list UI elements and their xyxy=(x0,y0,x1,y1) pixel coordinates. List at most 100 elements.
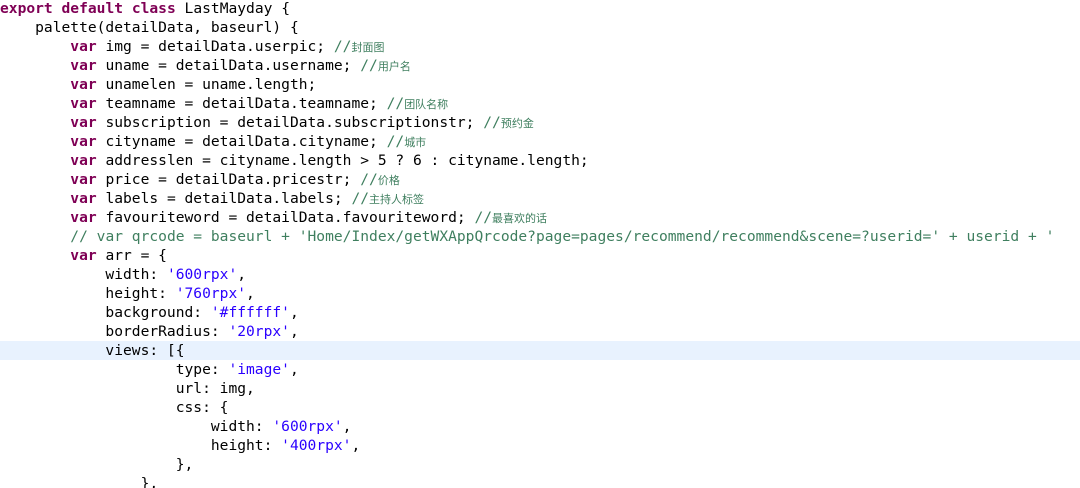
code-keyword: export xyxy=(0,0,53,17)
code-text: , xyxy=(246,285,255,302)
code-text: unamelen = uname.length; xyxy=(96,76,317,93)
code-string: 'image' xyxy=(228,361,290,378)
code-keyword: var xyxy=(70,190,97,207)
code-comment: 主持人标签 xyxy=(369,193,425,206)
code-text: favouriteword = detailData.favouriteword… xyxy=(96,209,475,226)
code-text: width: xyxy=(0,266,167,283)
code-text: cityname = detailData.cityname; xyxy=(96,133,387,150)
code-text: height: xyxy=(0,285,176,302)
code-editor[interactable]: export default class LastMayday { palett… xyxy=(0,0,1080,488)
code-line[interactable]: var uname = detailData.username; //用户名 xyxy=(0,56,1080,75)
code-text: uname = detailData.username; xyxy=(96,57,361,74)
code-line[interactable]: var labels = detailData.labels; //主持人标签 xyxy=(0,189,1080,208)
code-text: views: [{ xyxy=(0,342,185,359)
code-text: url: img, xyxy=(0,380,255,397)
code-line[interactable]: height: '400rpx', xyxy=(0,436,1080,455)
code-line[interactable]: type: 'image', xyxy=(0,360,1080,379)
code-text: img = detailData.userpic; xyxy=(96,38,334,55)
code-text: addresslen = cityname.length > 5 ? 6 : c… xyxy=(96,152,589,169)
code-keyword: var xyxy=(70,247,97,264)
code-line[interactable]: height: '760rpx', xyxy=(0,284,1080,303)
code-keyword: var xyxy=(70,95,97,112)
code-text: palette(detailData, baseurl) { xyxy=(0,19,299,36)
code-keyword: var xyxy=(70,76,97,93)
code-text: type: xyxy=(0,361,229,378)
code-text: , xyxy=(237,266,247,283)
code-keyword: var xyxy=(70,152,97,169)
code-comment: // xyxy=(360,171,378,188)
code-line[interactable]: var favouriteword = detailData.favourite… xyxy=(0,208,1080,227)
code-comment: // xyxy=(333,38,352,55)
code-text: LastMayday { xyxy=(175,0,290,17)
code-line[interactable]: // var qrcode = baseurl + 'Home/Index/ge… xyxy=(0,227,1080,246)
code-comment: // xyxy=(386,95,405,112)
code-comment: 最喜欢的话 xyxy=(492,212,548,225)
code-line-current[interactable]: views: [{ xyxy=(0,341,1080,360)
code-comment: // xyxy=(483,114,501,131)
code-string: '#ffffff' xyxy=(210,304,290,321)
code-keyword: default xyxy=(61,0,124,17)
code-line[interactable]: var teamname = detailData.teamname; //团队… xyxy=(0,94,1080,113)
code-text: , xyxy=(289,323,299,340)
code-string: '600rpx' xyxy=(272,418,343,435)
code-line[interactable]: url: img, xyxy=(0,379,1080,398)
code-line[interactable]: css: { xyxy=(0,398,1080,417)
code-text: height: xyxy=(0,437,282,454)
code-comment: 用户名 xyxy=(377,60,411,73)
code-string: '760rpx' xyxy=(175,285,247,302)
code-text: css: { xyxy=(0,399,229,416)
code-string: '400rpx' xyxy=(281,437,352,454)
code-line[interactable]: background: '#ffffff', xyxy=(0,303,1080,322)
code-line[interactable]: width: '600rpx', xyxy=(0,417,1080,436)
code-text: borderRadius: xyxy=(0,323,229,340)
code-comment: // var qrcode = baseurl + 'Home/Index/ge… xyxy=(70,228,1055,245)
code-comment: 封面图 xyxy=(351,41,385,54)
code-line[interactable]: var cityname = detailData.cityname; //城市 xyxy=(0,132,1080,151)
code-line[interactable]: width: '600rpx', xyxy=(0,265,1080,284)
code-text: labels = detailData.labels; xyxy=(96,190,352,207)
code-line[interactable]: var unamelen = uname.length; xyxy=(0,75,1080,94)
code-keyword: var xyxy=(70,133,97,150)
code-text: }, xyxy=(0,456,194,473)
code-comment: // xyxy=(351,190,370,207)
code-line[interactable]: }, xyxy=(0,455,1080,474)
code-text: , xyxy=(351,437,361,454)
code-text: arr = { xyxy=(96,247,167,264)
code-line[interactable]: export default class LastMayday { xyxy=(0,0,1080,18)
code-comment: 城市 xyxy=(404,136,427,149)
code-comment: 价格 xyxy=(377,174,400,187)
code-line[interactable]: borderRadius: '20rpx', xyxy=(0,322,1080,341)
code-comment: // xyxy=(386,133,405,150)
code-comment: 团队名称 xyxy=(404,98,449,111)
code-text: , xyxy=(342,418,352,435)
code-line[interactable]: }, xyxy=(0,474,1080,488)
code-string: '600rpx' xyxy=(166,266,238,283)
code-line[interactable]: palette(detailData, baseurl) { xyxy=(0,18,1080,37)
code-string: '20rpx' xyxy=(228,323,290,340)
code-text: , xyxy=(289,304,299,321)
code-line[interactable]: var img = detailData.userpic; //封面图 xyxy=(0,37,1080,56)
code-text: width: xyxy=(0,418,273,435)
code-line[interactable]: var arr = { xyxy=(0,246,1080,265)
code-line[interactable]: var price = detailData.pricestr; //价格 xyxy=(0,170,1080,189)
code-keyword: var xyxy=(70,38,97,55)
code-line[interactable]: var addresslen = cityname.length > 5 ? 6… xyxy=(0,151,1080,170)
code-line[interactable]: var subscription = detailData.subscripti… xyxy=(0,113,1080,132)
code-keyword: var xyxy=(70,114,97,131)
code-text: teamname = detailData.teamname; xyxy=(96,95,387,112)
code-keyword: var xyxy=(70,171,97,188)
code-keyword: class xyxy=(131,0,176,17)
code-comment: // xyxy=(474,209,493,226)
code-text: }, xyxy=(0,475,159,488)
code-comment: 预约金 xyxy=(500,117,534,130)
